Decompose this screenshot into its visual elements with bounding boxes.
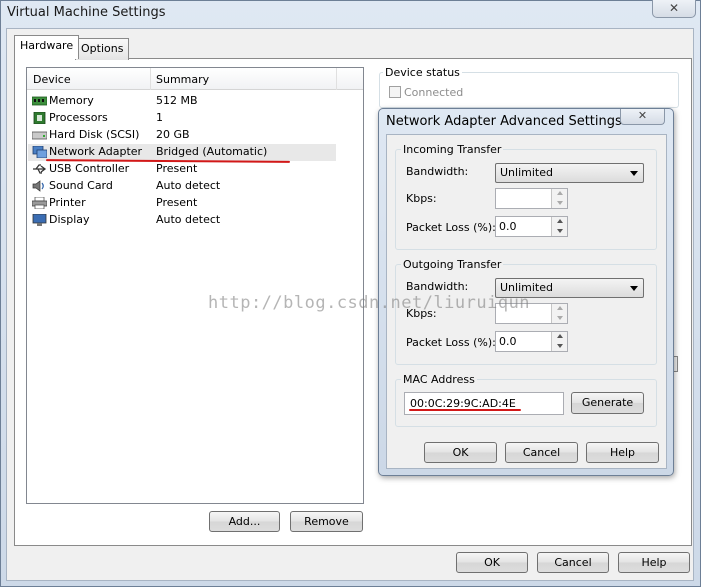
cancel-button[interactable]: Cancel xyxy=(537,552,609,573)
device-row-memory[interactable]: Memory 512 MB xyxy=(28,93,336,110)
device-name: Hard Disk (SCSI) xyxy=(49,128,140,141)
device-summary: Present xyxy=(156,162,198,175)
device-row-hard-disk[interactable]: Hard Disk (SCSI) 20 GB xyxy=(28,127,336,144)
device-name: USB Controller xyxy=(49,162,130,175)
incoming-bandwidth-label: Bandwidth: xyxy=(406,165,469,178)
spin-down-icon[interactable] xyxy=(551,341,567,351)
column-divider[interactable] xyxy=(150,68,151,90)
tab-hardware[interactable]: Hardware xyxy=(14,35,80,59)
device-summary: Auto detect xyxy=(156,179,221,192)
sound-card-icon xyxy=(32,180,44,192)
outgoing-packet-loss-label: Packet Loss (%): xyxy=(406,336,496,349)
usb-icon xyxy=(33,164,47,174)
processor-icon xyxy=(33,112,46,124)
device-name: Display xyxy=(49,213,90,226)
device-name: Sound Card xyxy=(49,179,113,192)
incoming-packet-loss-spinner[interactable]: 0.0 xyxy=(495,216,568,237)
column-divider[interactable] xyxy=(336,68,337,90)
dialog-help-button[interactable]: Help xyxy=(586,442,659,463)
device-name: Processors xyxy=(49,111,108,124)
memory-icon xyxy=(32,96,47,106)
incoming-kbps-label: Kbps: xyxy=(406,192,437,205)
device-name: Printer xyxy=(49,196,86,209)
incoming-bandwidth-select[interactable]: Unlimited xyxy=(495,163,644,183)
device-row-printer[interactable]: Printer Present xyxy=(28,195,336,212)
spin-down-icon[interactable] xyxy=(551,198,567,208)
annotation-underline-mac xyxy=(409,409,521,411)
incoming-packet-loss-label: Packet Loss (%): xyxy=(406,221,496,234)
generate-mac-button[interactable]: Generate xyxy=(571,392,644,414)
mac-address-label: MAC Address xyxy=(401,373,477,386)
connected-checkbox[interactable] xyxy=(389,86,401,98)
device-summary: 1 xyxy=(156,111,163,124)
help-button[interactable]: Help xyxy=(618,552,690,573)
device-name: Network Adapter xyxy=(49,145,143,158)
device-summary: Auto detect xyxy=(156,213,221,226)
add-device-button[interactable]: Add... xyxy=(209,511,280,532)
device-status-label: Device status xyxy=(383,66,462,79)
window-close-button[interactable]: ✕ xyxy=(652,0,696,18)
network-adapter-icon xyxy=(32,146,47,158)
spin-down-icon[interactable] xyxy=(551,226,567,236)
outgoing-packet-loss-spinner[interactable]: 0.0 xyxy=(495,331,568,352)
spin-down-icon[interactable] xyxy=(551,313,567,323)
device-summary: 512 MB xyxy=(156,94,198,107)
dialog-title: Network Adapter Advanced Settings xyxy=(386,114,622,129)
window-title: Virtual Machine Settings xyxy=(7,5,166,20)
incoming-bandwidth-value: Unlimited xyxy=(500,166,553,179)
incoming-transfer-label: Incoming Transfer xyxy=(401,143,504,156)
tab-options[interactable]: Options xyxy=(75,38,130,60)
dropdown-arrow-icon xyxy=(630,171,638,176)
incoming-kbps-spinner[interactable] xyxy=(495,188,568,209)
dialog-ok-button[interactable]: OK xyxy=(424,442,497,463)
hard-disk-icon xyxy=(32,131,47,140)
watermark: http://blog.csdn.net/liuruiqun xyxy=(208,293,531,313)
incoming-packet-loss-value: 0.0 xyxy=(499,220,517,233)
device-row-processors[interactable]: Processors 1 xyxy=(28,110,336,127)
device-summary: Present xyxy=(156,196,198,209)
outgoing-packet-loss-value: 0.0 xyxy=(499,335,517,348)
dropdown-arrow-icon xyxy=(630,286,638,291)
device-summary: Bridged (Automatic) xyxy=(156,145,268,158)
ok-button[interactable]: OK xyxy=(456,552,528,573)
column-header-device[interactable]: Device xyxy=(33,73,71,86)
device-row-display[interactable]: Display Auto detect xyxy=(28,212,336,229)
column-header-summary[interactable]: Summary xyxy=(156,73,209,86)
outgoing-bandwidth-label: Bandwidth: xyxy=(406,280,469,293)
remove-device-button[interactable]: Remove xyxy=(290,511,363,532)
printer-icon xyxy=(32,197,47,209)
device-row-sound-card[interactable]: Sound Card Auto detect xyxy=(28,178,336,195)
device-summary: 20 GB xyxy=(156,128,190,141)
device-row-usb-controller[interactable]: USB Controller Present xyxy=(28,161,336,178)
display-icon xyxy=(32,214,47,226)
connected-label: Connected xyxy=(404,86,464,99)
dialog-cancel-button[interactable]: Cancel xyxy=(505,442,578,463)
mac-address-input[interactable]: 00:0C:29:9C:AD:4E xyxy=(404,392,564,415)
outgoing-transfer-label: Outgoing Transfer xyxy=(401,258,504,271)
device-name: Memory xyxy=(49,94,94,107)
dialog-close-button[interactable]: ✕ xyxy=(620,109,665,125)
